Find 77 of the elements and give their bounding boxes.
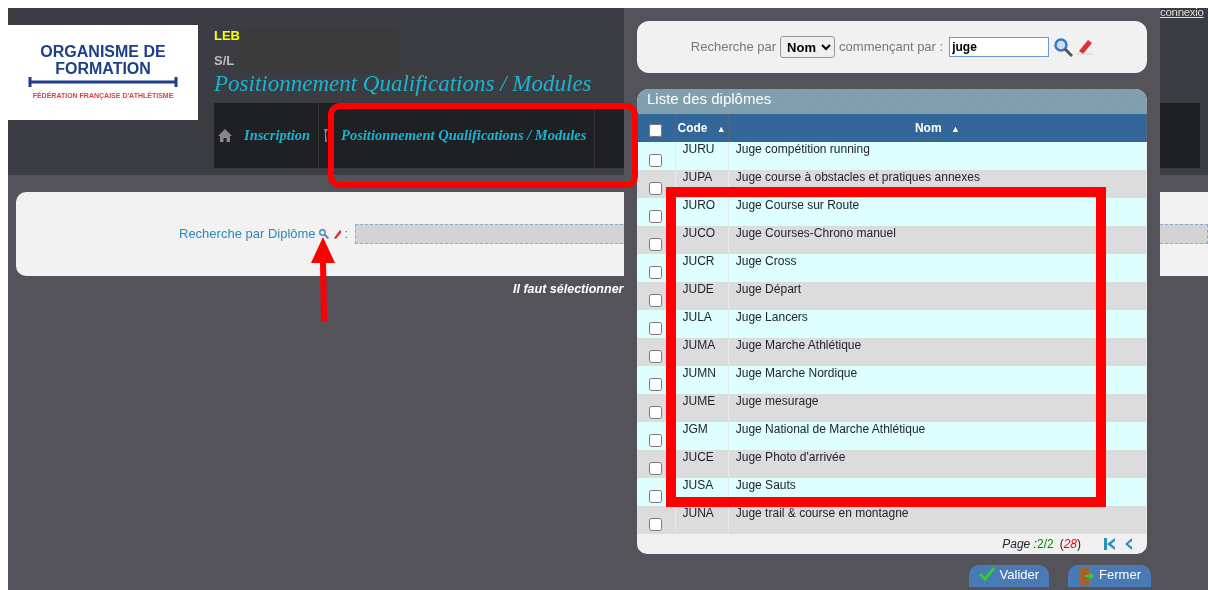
row-checkbox[interactable] bbox=[649, 294, 663, 307]
user-subtitle: S/L bbox=[214, 53, 236, 69]
logout-link[interactable]: connexio bbox=[1160, 4, 1204, 22]
row-checkbox[interactable] bbox=[649, 322, 663, 335]
search-by-select[interactable]: Nom bbox=[780, 36, 836, 58]
validate-button[interactable]: Valider bbox=[968, 565, 1050, 587]
name-link[interactable]: Juge Lancers bbox=[735, 310, 808, 324]
row-checkbox[interactable] bbox=[649, 490, 663, 503]
code-link[interactable]: JUNA bbox=[682, 506, 714, 520]
name-link[interactable]: Juge Courses-Chrono manuel bbox=[735, 226, 896, 240]
row-checkbox[interactable] bbox=[649, 238, 663, 251]
first-page-icon[interactable] bbox=[1103, 537, 1117, 551]
code-link[interactable]: JUCR bbox=[682, 254, 715, 268]
name-link[interactable]: Juge Sauts bbox=[735, 478, 796, 492]
warning-message: Il faut sélectionner bbox=[513, 281, 624, 298]
search-icon[interactable] bbox=[318, 229, 329, 239]
name-link[interactable]: Juge Cross bbox=[735, 254, 797, 268]
name-link[interactable]: Juge mesurage bbox=[735, 394, 819, 408]
code-link[interactable]: JURU bbox=[682, 142, 715, 156]
search-icon[interactable] bbox=[1053, 37, 1074, 57]
search-label: Recherche par Diplôme bbox=[179, 225, 316, 244]
code-link[interactable]: JUPA bbox=[682, 170, 713, 184]
home-icon bbox=[218, 129, 232, 142]
search-label: commençant par : bbox=[839, 38, 944, 57]
row-checkbox[interactable] bbox=[649, 182, 663, 195]
search-label: Recherche par bbox=[690, 38, 777, 57]
user-name: LEB bbox=[214, 28, 241, 44]
name-link[interactable]: Juge Marche Nordique bbox=[735, 366, 858, 380]
sort-icon: ▲ bbox=[950, 123, 960, 134]
barbell-icon bbox=[28, 77, 178, 88]
name-link[interactable]: Juge compétition running bbox=[735, 142, 870, 156]
name-link[interactable]: Juge Marche Athlétique bbox=[735, 338, 862, 352]
row-checkbox[interactable] bbox=[649, 154, 663, 167]
name-link[interactable]: Juge Photo d'arrivée bbox=[735, 450, 846, 464]
column-header[interactable]: Nom ▲ bbox=[728, 114, 1147, 142]
name-link[interactable]: Juge course à obstacles et pratiques annexes bbox=[735, 170, 980, 184]
tool-icon bbox=[323, 129, 330, 142]
name-link[interactable]: Juge Course sur Route bbox=[735, 198, 860, 212]
name-link[interactable]: Juge Départ bbox=[735, 282, 802, 296]
search-field[interactable]: juge bbox=[949, 37, 1050, 57]
list-title: Liste des diplômes bbox=[637, 89, 1147, 114]
column-header[interactable]: Code ▲ bbox=[675, 114, 729, 142]
logo-text: ORGANISME DE bbox=[40, 43, 166, 61]
name-link[interactable]: Juge National de Marche Athlétique bbox=[735, 422, 926, 436]
nav-link[interactable]: Inscription bbox=[214, 103, 320, 168]
eraser-icon[interactable] bbox=[1077, 39, 1094, 55]
row-checkbox[interactable] bbox=[649, 406, 663, 419]
row-checkbox[interactable] bbox=[649, 210, 663, 223]
select-all-checkbox[interactable] bbox=[649, 123, 663, 137]
door-icon bbox=[1078, 567, 1095, 585]
check-icon bbox=[978, 567, 995, 581]
code-link[interactable]: JGM bbox=[682, 422, 708, 436]
row-checkbox[interactable] bbox=[649, 266, 663, 279]
separator-text: : bbox=[344, 225, 349, 244]
logo-text: FORMATION bbox=[55, 60, 151, 78]
sort-icon: ▲ bbox=[716, 123, 726, 134]
code-link[interactable]: JUSA bbox=[682, 478, 714, 492]
row-checkbox[interactable] bbox=[649, 378, 663, 391]
code-link[interactable]: JUDE bbox=[682, 282, 714, 296]
code-link[interactable]: JUME bbox=[682, 394, 716, 408]
nav-link[interactable]: Positionnement Qualifications / Modules bbox=[319, 103, 596, 168]
code-link[interactable]: JUCE bbox=[682, 450, 714, 464]
code-link[interactable]: JUCO bbox=[682, 226, 716, 240]
name-link[interactable]: Juge trail & course en montagne bbox=[735, 506, 909, 520]
code-link[interactable]: JURO bbox=[682, 198, 716, 212]
row-checkbox[interactable] bbox=[649, 434, 663, 447]
previous-page-icon[interactable] bbox=[1123, 537, 1133, 551]
eraser-icon[interactable] bbox=[331, 229, 342, 239]
code-link[interactable]: JULA bbox=[682, 310, 712, 324]
code-link[interactable]: JUMN bbox=[682, 366, 716, 380]
row-checkbox[interactable] bbox=[649, 350, 663, 363]
row-checkbox[interactable] bbox=[649, 518, 663, 531]
close-button[interactable]: Fermer bbox=[1068, 565, 1151, 587]
page-title: Positionnement Qualifications / Modules bbox=[214, 71, 593, 97]
page-indicator: Page :2/2 (28) bbox=[1002, 536, 1081, 553]
row-checkbox[interactable] bbox=[649, 462, 663, 475]
code-link[interactable]: JUMA bbox=[682, 338, 716, 352]
